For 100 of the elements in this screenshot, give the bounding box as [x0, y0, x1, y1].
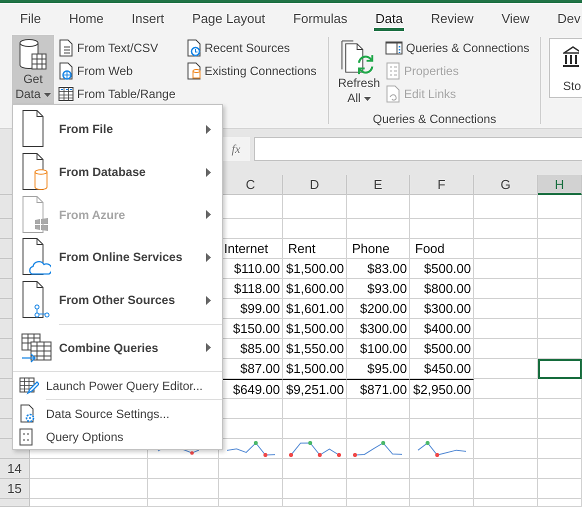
table-cell [347, 195, 410, 219]
ribbon-button[interactable]: From Web [56, 59, 178, 82]
menu-item[interactable]: From Database [13, 150, 222, 194]
table-cell [474, 379, 538, 399]
column-header[interactable]: G [474, 175, 538, 195]
table-cell: Food [410, 239, 474, 259]
table-cell [474, 419, 538, 439]
get-data-button[interactable]: Get Data [12, 35, 54, 105]
table-cell: $1,500.00 [283, 319, 347, 339]
function-button[interactable]: fx [222, 137, 250, 161]
menu-item[interactable]: From Online Services [13, 236, 222, 279]
ribbon-tab[interactable]: Formulas [280, 3, 360, 33]
table-cell [474, 459, 538, 479]
table-cell: $500.00 [410, 259, 474, 279]
table-cell [410, 399, 474, 419]
column-header[interactable]: F [410, 175, 474, 195]
menu-item[interactable]: Combine Queries [13, 326, 222, 370]
table-cell: $9,251.00 [283, 379, 347, 399]
ribbon-tab[interactable]: Review [418, 3, 486, 33]
ribbon-tab[interactable]: Dev [544, 3, 582, 33]
table-cell: Rent [283, 239, 347, 259]
table-cell [283, 195, 347, 219]
table-cell: $200.00 [347, 299, 410, 319]
properties-icon [385, 62, 401, 80]
table-cell: $1,500.00 [283, 359, 347, 379]
document-settings-icon [19, 404, 37, 424]
table-cell: $100.00 [347, 339, 410, 359]
column-header[interactable]: E [347, 175, 410, 195]
table-cell: $1,500.00 [283, 259, 347, 279]
row-header[interactable]: 15 [0, 479, 30, 499]
table-cell [410, 195, 474, 219]
ribbon-tab[interactable]: Home [56, 3, 117, 33]
menu-item[interactable]: Data Source Settings... [13, 402, 222, 426]
ribbon-tab[interactable]: Page Layout [179, 3, 278, 33]
ribbon-tab[interactable]: View [488, 3, 542, 33]
table-cell [538, 239, 582, 259]
table-cell [474, 195, 538, 219]
cloud-document-icon [21, 237, 51, 278]
table-cell: $1,600.00 [283, 279, 347, 299]
menu-item[interactable]: From Other Sources [13, 278, 222, 322]
formula-input[interactable] [254, 137, 582, 161]
row-header[interactable] [0, 499, 30, 507]
ribbon-button[interactable]: Existing Connections [184, 59, 319, 82]
menu-item[interactable]: Launch Power Query Editor... [13, 374, 222, 398]
table-cell [347, 399, 410, 419]
windows-document-icon [21, 194, 49, 235]
options-icon [19, 428, 33, 446]
combine-tables-icon [21, 332, 53, 363]
ribbon-tab[interactable]: File [7, 3, 54, 33]
network-document-icon [21, 280, 51, 320]
stocks-button[interactable]: Sto [549, 38, 582, 98]
table-cell: $500.00 [410, 339, 474, 359]
group-label: Queries & Connections [372, 113, 498, 127]
table-cell: $93.00 [347, 279, 410, 299]
table-edit-icon [19, 376, 39, 395]
panel-icon [385, 40, 403, 56]
ribbon-tab[interactable]: Data [362, 3, 416, 33]
table-icon [58, 86, 74, 102]
table-cell [538, 219, 582, 239]
table-cell [148, 479, 219, 499]
table-cell [474, 339, 538, 359]
row-header[interactable]: 14 [0, 459, 30, 479]
caret-icon [44, 92, 51, 96]
menu-item[interactable]: Query Options [13, 426, 222, 450]
table-cell: $400.00 [410, 319, 474, 339]
table-cell: $450.00 [410, 359, 474, 379]
table-cell: $800.00 [410, 279, 474, 299]
table-cell [283, 399, 347, 419]
table-cell: $300.00 [410, 299, 474, 319]
table-cell [474, 359, 538, 379]
table-cell [219, 479, 283, 499]
table-cell [474, 319, 538, 339]
table-cell [474, 299, 538, 319]
ribbon-button[interactable]: Queries & Connections [383, 36, 532, 59]
table-cell: $83.00 [347, 259, 410, 279]
table-cell [474, 239, 538, 259]
text-document-icon [58, 38, 74, 56]
table-cell: $300.00 [347, 319, 410, 339]
bank-icon [563, 45, 579, 69]
table-cell: $871.00 [347, 379, 410, 399]
table-cell [538, 439, 582, 459]
column-header[interactable]: D [283, 175, 347, 195]
table-cell: $95.00 [347, 359, 410, 379]
ribbon-button[interactable]: From Text/CSV [56, 36, 178, 59]
table-cell [474, 399, 538, 419]
column-header[interactable]: H [538, 175, 582, 195]
document-icon [21, 109, 45, 150]
table-cell: $1,550.00 [283, 339, 347, 359]
table-cell [283, 219, 347, 239]
selected-cell[interactable] [538, 359, 582, 379]
refresh-all-button[interactable]: Refresh All [336, 36, 382, 106]
ribbon-tab[interactable]: Insert [118, 3, 178, 33]
menu-item[interactable]: From File [13, 108, 222, 151]
table-cell [538, 379, 582, 399]
caret-icon [364, 96, 371, 100]
table-cell [474, 479, 538, 499]
table-cell [474, 219, 538, 239]
table-cell [538, 419, 582, 439]
ribbon-button[interactable]: Recent Sources [184, 36, 319, 59]
table-cell [347, 219, 410, 239]
